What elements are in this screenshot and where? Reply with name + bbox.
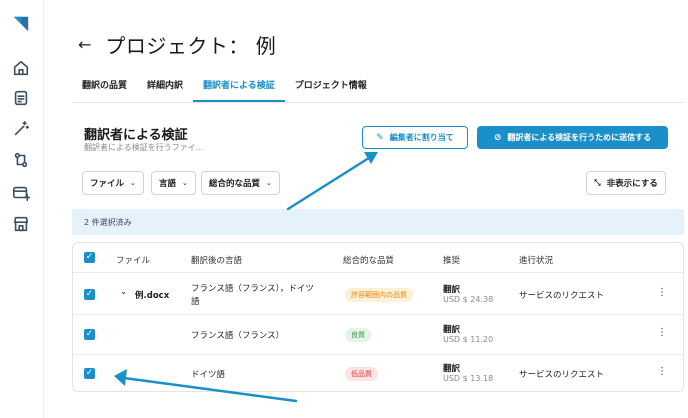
chevron-down-icon: ⌄: [266, 179, 272, 187]
assign-editor-label: 編集者に割り当て: [389, 133, 454, 142]
hide-button-label: 非表示にする: [606, 179, 658, 189]
column-header-recommendation[interactable]: 推奨: [443, 254, 460, 266]
section-title: 翻訳者による検証: [84, 128, 188, 143]
page-header: ← プロジェクト： 例: [78, 30, 276, 59]
expand-chevron-icon[interactable]: ⌄: [120, 287, 127, 297]
pencil-icon: ✎: [376, 132, 384, 143]
target-language-line1: フランス語（フランス），ドイツ: [191, 284, 314, 294]
quality-filter-label: 総合的な品質: [209, 179, 261, 189]
tab-divider: [72, 102, 684, 103]
more-options-icon[interactable]: ⋮: [657, 327, 667, 338]
row-checkbox[interactable]: ✓: [84, 368, 95, 379]
table-row[interactable]: ✓ ⌄ 例.docx フランス語（フランス），ドイツ 語 許容範囲内の品質 翻訳…: [73, 273, 683, 315]
selection-bar: 2 件選択済み: [72, 209, 684, 235]
column-header-target-language[interactable]: 翻訳後の言語: [191, 254, 242, 266]
collapse-icon: ⤡: [594, 178, 601, 187]
card-plus-icon[interactable]: [11, 183, 31, 203]
check-circle-icon: ⊘: [493, 132, 502, 143]
recommendation-price: USD $ 11.20: [443, 335, 494, 344]
table-header-row: ✓ ファイル 翻訳後の言語 総合的な品質 推奨 進行状況: [73, 243, 683, 273]
main-content: ← プロジェクト： 例 翻訳の品質 詳細内訳 翻訳者による検証 プロジェクト情報…: [44, 0, 688, 418]
recommendation-label: 翻訳: [443, 285, 461, 295]
magic-wand-icon[interactable]: [11, 119, 31, 139]
target-language-line2: 語: [191, 297, 200, 307]
home-icon[interactable]: [11, 58, 31, 78]
send-for-verification-button[interactable]: ⊘ 翻訳者による検証を行うために送信する: [477, 126, 668, 149]
chevron-down-icon: ⌄: [182, 179, 188, 187]
row-checkbox[interactable]: ✓: [84, 289, 95, 300]
table-row[interactable]: ✓ ドイツ語 低品質 翻訳 USD $ 13.18 サービスのリクエスト ⋮: [73, 355, 683, 391]
back-arrow-icon[interactable]: ←: [78, 34, 91, 56]
send-for-verification-label: 翻訳者による検証を行うために送信する: [507, 133, 652, 142]
files-table: ✓ ファイル 翻訳後の言語 総合的な品質 推奨 進行状況 ✓ ⌄ 例.docx …: [72, 242, 684, 392]
logo-icon[interactable]: [11, 14, 31, 34]
progress-status: サービスのリクエスト: [519, 370, 605, 380]
language-filter-dropdown[interactable]: 言語 ⌄: [151, 171, 196, 195]
target-language: ドイツ語: [191, 370, 226, 380]
progress-status: サービスのリクエスト: [519, 291, 605, 301]
workflow-icon[interactable]: [11, 150, 31, 170]
quality-badge: 低品質: [345, 367, 378, 381]
hide-button[interactable]: ⤡ 非表示にする: [586, 171, 666, 195]
recommendation-price: USD $ 13.18: [443, 374, 494, 383]
language-filter-label: 言語: [159, 179, 177, 189]
more-options-icon[interactable]: ⋮: [657, 366, 667, 377]
tab-project-info[interactable]: プロジェクト情報: [285, 74, 377, 102]
file-filter-dropdown[interactable]: ファイル ⌄: [82, 171, 144, 195]
store-icon[interactable]: [11, 214, 31, 234]
selection-count: 2 件選択済み: [84, 217, 132, 227]
more-options-icon[interactable]: ⋮: [657, 287, 667, 298]
assign-editor-button[interactable]: ✎ 編集者に割り当て: [362, 126, 468, 149]
quality-filter-dropdown[interactable]: 総合的な品質 ⌄: [201, 171, 280, 195]
section-subtitle: 翻訳者による検証を行うファイ...: [84, 143, 204, 152]
page-title: プロジェクト： 例: [105, 34, 277, 58]
tab-bar: 翻訳の品質 詳細内訳 翻訳者による検証 プロジェクト情報: [72, 74, 377, 102]
row-checkbox[interactable]: ✓: [84, 329, 95, 340]
file-filter-label: ファイル: [90, 179, 125, 189]
tab-translator-verification[interactable]: 翻訳者による検証: [193, 74, 285, 102]
tab-translation-quality[interactable]: 翻訳の品質: [72, 74, 137, 102]
tab-detail-breakdown[interactable]: 詳細内訳: [137, 74, 193, 102]
column-header-progress[interactable]: 進行状況: [519, 254, 553, 266]
recommendation-label: 翻訳: [443, 325, 461, 335]
recommendation-label: 翻訳: [443, 364, 461, 374]
chevron-down-icon: ⌄: [130, 179, 136, 187]
column-header-overall-quality[interactable]: 総合的な品質: [343, 254, 394, 266]
file-name[interactable]: 例.docx: [135, 289, 169, 301]
sidebar: [0, 0, 44, 418]
recommendation-price: USD $ 24.38: [443, 295, 494, 304]
quality-badge: 許容範囲内の品質: [345, 288, 413, 302]
select-all-checkbox[interactable]: ✓: [84, 252, 95, 263]
quality-badge: 良質: [345, 328, 371, 342]
target-language: フランス語（フランス）: [191, 331, 285, 341]
column-header-file[interactable]: ファイル: [116, 254, 150, 266]
document-icon[interactable]: [11, 88, 31, 108]
table-row[interactable]: ✓ フランス語（フランス） 良質 翻訳 USD $ 11.20 ⋮: [73, 315, 683, 355]
